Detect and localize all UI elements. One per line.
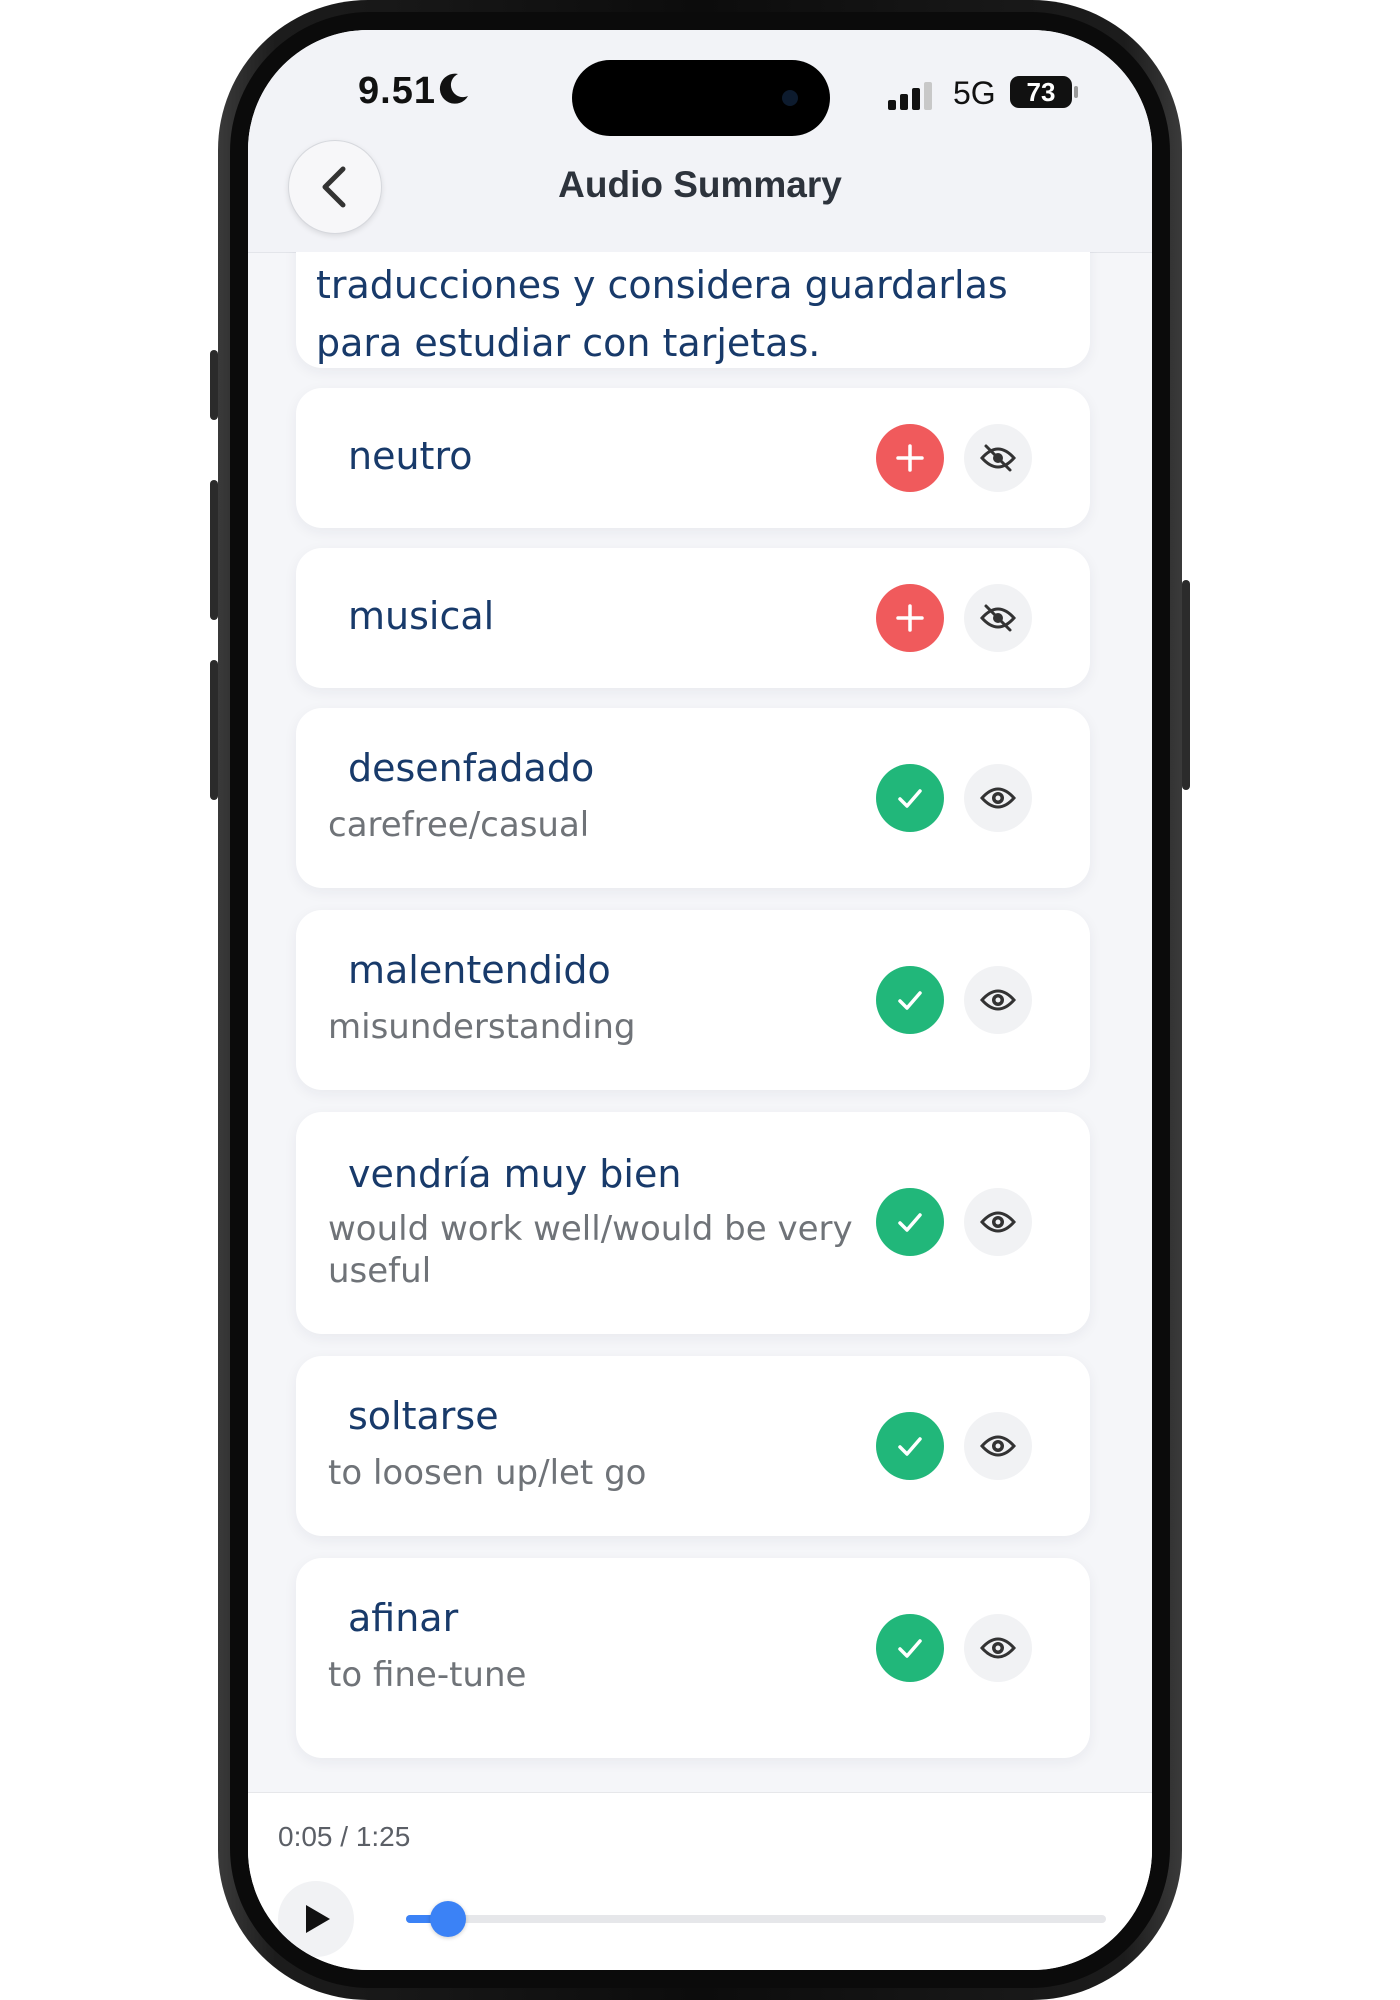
progress-track[interactable] — [406, 1915, 1106, 1923]
toggle-visibility-button[interactable] — [964, 424, 1032, 492]
vocab-word: soltarse — [348, 1394, 499, 1438]
toggle-visibility-button[interactable] — [964, 966, 1032, 1034]
battery-icon: 73 — [1010, 76, 1072, 108]
eye-off-icon — [980, 604, 1016, 632]
signal-icon — [888, 82, 932, 110]
toggle-visibility-button[interactable] — [964, 584, 1032, 652]
play-button[interactable] — [278, 1881, 354, 1957]
vocab-translation: misunderstanding — [328, 1007, 636, 1047]
play-icon — [306, 1905, 330, 1933]
intro-card: traducciones y considera guardarlas para… — [296, 252, 1090, 368]
eye-icon — [980, 989, 1016, 1011]
list-item: soltarse to loosen up/let go — [296, 1356, 1090, 1536]
check-icon — [898, 1639, 922, 1658]
page-title: Audio Summary — [558, 164, 842, 205]
vocab-translation: to fine-tune — [328, 1655, 527, 1695]
vocab-translation: carefree/casual — [328, 805, 590, 845]
saved-button[interactable] — [876, 966, 944, 1034]
toggle-visibility-button[interactable] — [964, 1412, 1032, 1480]
vocab-word: afinar — [348, 1596, 459, 1640]
saved-button[interactable] — [876, 1614, 944, 1682]
vocab-translation: to loosen up/let go — [328, 1453, 647, 1493]
eye-off-icon — [980, 444, 1016, 472]
vocab-translation: would work well/would be very useful — [328, 1209, 853, 1291]
check-icon — [898, 789, 922, 808]
camera-icon — [782, 90, 798, 106]
toggle-visibility-button[interactable] — [964, 1188, 1032, 1256]
vocab-list[interactable]: traducciones y considera guardarlas para… — [248, 252, 1152, 1792]
check-icon — [898, 1213, 922, 1232]
volume-up-button — [210, 480, 218, 620]
vocab-word: musical — [348, 594, 495, 638]
list-item: musical — [296, 548, 1090, 688]
eye-icon — [980, 1435, 1016, 1457]
audio-player: 0:05 / 1:25 — [248, 1792, 1152, 1970]
side-button — [210, 350, 218, 420]
eye-icon — [980, 1211, 1016, 1233]
check-icon — [898, 991, 922, 1010]
eye-icon — [980, 787, 1016, 809]
vocab-word: neutro — [348, 434, 473, 478]
saved-button[interactable] — [876, 764, 944, 832]
network-label: 5G — [953, 75, 996, 111]
saved-button[interactable] — [876, 1188, 944, 1256]
eye-icon — [980, 1637, 1016, 1659]
status-time: 9.51 — [358, 70, 436, 112]
moon-icon — [439, 73, 468, 104]
header: 9.51 5G 73 Audio Summary — [248, 30, 1152, 253]
add-button[interactable] — [876, 584, 944, 652]
intro-text: traducciones y considera guardarlas para… — [316, 263, 1008, 365]
toggle-visibility-button[interactable] — [964, 764, 1032, 832]
toggle-visibility-button[interactable] — [964, 1614, 1032, 1682]
volume-down-button — [210, 660, 218, 800]
power-button — [1182, 580, 1190, 790]
check-icon — [898, 1437, 922, 1456]
plus-icon — [896, 604, 924, 632]
list-item: neutro — [296, 388, 1090, 528]
battery-cap — [1074, 86, 1078, 98]
list-item: malentendido misunderstanding — [296, 910, 1090, 1090]
playback-time: 0:05 / 1:25 — [278, 1821, 411, 1852]
saved-button[interactable] — [876, 1412, 944, 1480]
list-item: vendría muy bien would work well/would b… — [296, 1112, 1090, 1334]
vocab-word: malentendido — [348, 948, 611, 992]
add-button[interactable] — [876, 424, 944, 492]
progress-slider-handle[interactable] — [430, 1901, 466, 1937]
vocab-word: desenfadado — [348, 746, 595, 790]
list-item: desenfadado carefree/casual — [296, 708, 1090, 888]
plus-icon — [896, 444, 924, 472]
vocab-word: vendría muy bien — [348, 1152, 682, 1196]
list-item: afinar to fine-tune — [296, 1558, 1090, 1758]
screen: 9.51 5G 73 Audio Summary traducciones y … — [248, 30, 1152, 1970]
